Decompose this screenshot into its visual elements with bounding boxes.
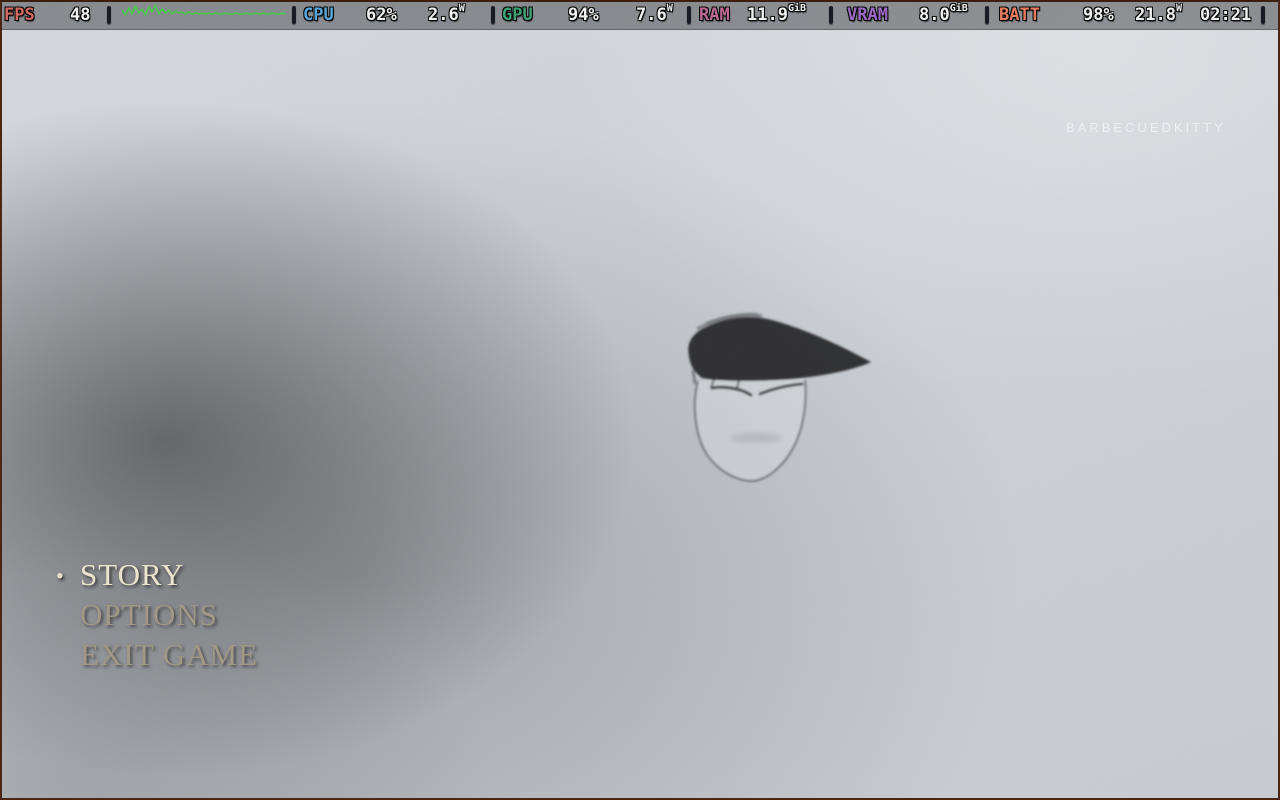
menu-item-exit-game[interactable]: • EXIT GAME bbox=[56, 635, 258, 675]
battery-power: 21.8W bbox=[1135, 0, 1182, 30]
separator-bar bbox=[829, 6, 833, 24]
cpu-label: CPU bbox=[303, 0, 334, 30]
frametime-graph bbox=[122, 0, 286, 20]
menu-item-story[interactable]: • STORY bbox=[56, 555, 258, 595]
separator-bar bbox=[491, 6, 495, 24]
vram-used-value: 8.0 bbox=[919, 5, 950, 25]
battery-power-value: 21.8 bbox=[1135, 5, 1176, 25]
vram-used: 8.0GiB bbox=[919, 0, 968, 30]
ram-used: 11.9GiB bbox=[747, 0, 806, 30]
separator-bar bbox=[292, 6, 296, 24]
gpu-power: 7.6W bbox=[636, 0, 673, 30]
ram-used-value: 11.9 bbox=[747, 5, 788, 25]
menu-item-label: STORY bbox=[80, 557, 184, 592]
battery-power-unit: W bbox=[1176, 3, 1182, 14]
cpu-power-unit: W bbox=[459, 3, 465, 14]
gpu-power-unit: W bbox=[667, 3, 673, 14]
watermark-text: BARBECUEDKITTY bbox=[1066, 120, 1226, 135]
separator-bar bbox=[1261, 6, 1265, 24]
gpu-load: 94% bbox=[568, 0, 599, 30]
gpu-label: GPU bbox=[502, 0, 533, 30]
selection-bullet-icon: • bbox=[56, 556, 65, 596]
fps-value: 48 bbox=[70, 0, 90, 30]
ram-unit: GiB bbox=[788, 3, 806, 14]
cpu-power-value: 2.6 bbox=[428, 5, 459, 25]
main-menu: • STORY • OPTIONS • EXIT GAME bbox=[56, 555, 258, 675]
separator-bar bbox=[107, 6, 111, 24]
battery-label: BATT bbox=[999, 0, 1040, 30]
separator-bar bbox=[985, 6, 989, 24]
menu-item-label: OPTIONS bbox=[80, 597, 218, 632]
performance-hud-bar: FPS 48 CPU 62% 2.6W GPU 94% 7.6W RAM 11.… bbox=[0, 0, 1280, 30]
vram-unit: GiB bbox=[950, 3, 968, 14]
gpu-power-value: 7.6 bbox=[636, 5, 667, 25]
cpu-power: 2.6W bbox=[428, 0, 465, 30]
menu-item-label: EXIT GAME bbox=[80, 637, 258, 672]
face-illustration bbox=[668, 298, 892, 494]
menu-item-options[interactable]: • OPTIONS bbox=[56, 595, 258, 635]
separator-bar bbox=[687, 6, 691, 24]
fps-label: FPS bbox=[4, 0, 35, 30]
ram-label: RAM bbox=[699, 0, 730, 30]
cpu-load: 62% bbox=[366, 0, 397, 30]
vram-label: VRAM bbox=[847, 0, 888, 30]
battery-time: 02:21 bbox=[1200, 0, 1251, 30]
battery-percent: 98% bbox=[1083, 0, 1114, 30]
